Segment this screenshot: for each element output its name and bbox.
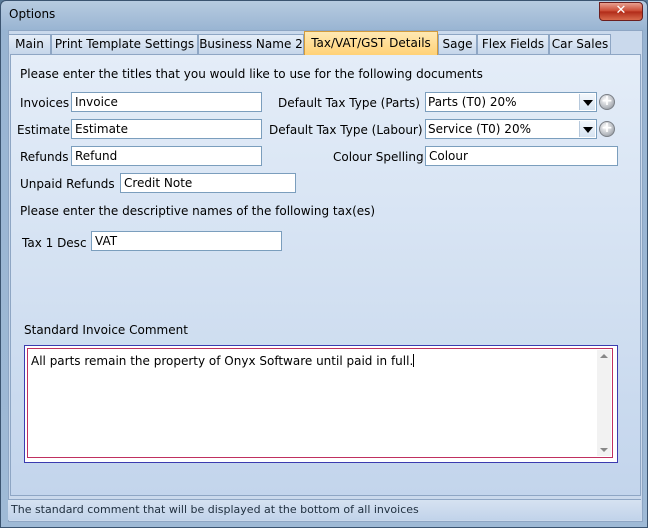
documents-heading: Please enter the titles that you would l…: [20, 67, 483, 81]
tax-desc-heading: Please enter the descriptive names of th…: [20, 204, 376, 218]
refunds-field[interactable]: Refund: [71, 146, 262, 166]
tab-print-template-settings[interactable]: Print Template Settings: [51, 34, 198, 54]
tax1-desc-label: Tax 1 Desc: [22, 236, 87, 250]
plus-circle-icon[interactable]: +: [599, 121, 615, 137]
tab-car-sales[interactable]: Car Sales: [549, 34, 611, 54]
scroll-down-icon[interactable]: [600, 448, 608, 452]
tab-main[interactable]: Main: [8, 34, 51, 54]
tax1-desc-field[interactable]: VAT: [91, 231, 282, 251]
invoice-comment-text: All parts remain the property of Onyx So…: [31, 354, 415, 368]
invoice-comment-field[interactable]: All parts remain the property of Onyx So…: [24, 345, 618, 463]
invoices-label: Invoices: [20, 96, 70, 110]
parts-tax-select[interactable]: Parts (T0) 20%: [425, 92, 597, 112]
parts-tax-label: Default Tax Type (Parts): [278, 96, 420, 110]
plus-circle-icon[interactable]: +: [599, 94, 615, 110]
title-bar[interactable]: Options ✕: [1, 1, 647, 27]
options-window: Options ✕ Main Print Template Settings B…: [0, 0, 648, 528]
labour-tax-select[interactable]: Service (T0) 20%: [425, 119, 597, 139]
tab-flex-fields[interactable]: Flex Fields: [477, 34, 549, 54]
labour-tax-label: Default Tax Type (Labour): [269, 123, 423, 137]
text-caret: [413, 354, 415, 367]
unpaid-refunds-field[interactable]: Credit Note: [120, 173, 296, 193]
estimate-field[interactable]: Estimate: [71, 119, 262, 139]
chevron-down-icon[interactable]: [579, 94, 595, 110]
scroll-up-icon[interactable]: [600, 354, 608, 358]
parts-tax-value: Parts (T0) 20%: [428, 95, 517, 109]
estimate-label: Estimate: [17, 123, 71, 137]
comment-scrollbar[interactable]: [597, 350, 611, 456]
invoice-comment-label: Standard Invoice Comment: [24, 323, 188, 337]
status-bar: The standard comment that will be displa…: [8, 499, 641, 520]
window-title: Options: [9, 7, 56, 21]
invoice-comment-inner: All parts remain the property of Onyx So…: [27, 348, 613, 458]
close-icon: ✕: [615, 3, 627, 18]
tab-business-name-2[interactable]: Business Name 2: [198, 34, 304, 54]
unpaid-refunds-label: Unpaid Refunds: [20, 177, 115, 191]
close-button[interactable]: ✕: [599, 2, 643, 21]
colour-spelling-field[interactable]: Colour: [425, 146, 618, 166]
refunds-label: Refunds: [20, 150, 69, 164]
invoices-field[interactable]: Invoice: [71, 92, 262, 112]
chevron-down-icon[interactable]: [579, 121, 595, 137]
tab-sage[interactable]: Sage: [438, 34, 477, 54]
colour-spelling-label: Colour Spelling: [333, 150, 424, 164]
labour-tax-value: Service (T0) 20%: [428, 122, 531, 136]
tab-tax-vat-gst-details[interactable]: Tax/VAT/GST Details: [304, 31, 438, 55]
